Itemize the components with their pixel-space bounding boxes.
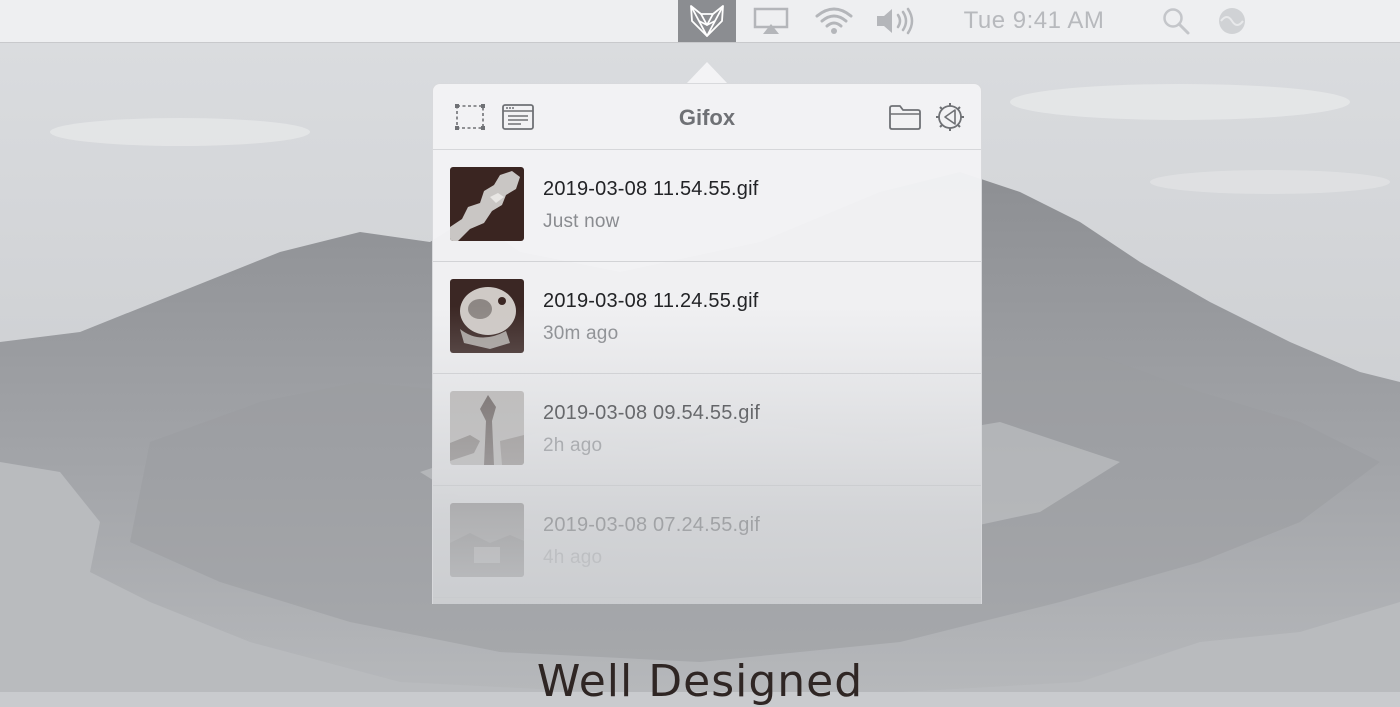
menu-bar: Tue 9:41 AM — [0, 0, 1400, 43]
recording-thumbnail — [450, 503, 524, 577]
popover-arrow — [686, 62, 728, 84]
wifi-menu-item[interactable] — [812, 0, 856, 42]
recording-filename: 2019-03-08 11.24.55.gif — [543, 290, 759, 312]
recording-filename: 2019-03-08 09.54.55.gif — [543, 402, 760, 424]
open-folder-button[interactable] — [888, 100, 922, 134]
volume-menu-item[interactable] — [873, 0, 919, 42]
recording-item[interactable]: 2019-03-08 11.24.55.gif 30m ago — [433, 262, 981, 374]
recording-thumbnail — [450, 391, 524, 465]
siri-menu-item[interactable] — [1212, 0, 1252, 42]
airplay-icon — [753, 7, 789, 34]
wifi-icon — [815, 7, 853, 34]
recording-item[interactable]: 2019-03-08 07.24.55.gif 4h ago — [433, 486, 981, 598]
volume-icon — [877, 7, 914, 35]
recording-item[interactable]: 2019-03-08 09.54.55.gif 2h ago — [433, 374, 981, 486]
recording-time: Just now — [543, 211, 620, 232]
popover-header: Gifox — [433, 84, 981, 150]
recording-item[interactable]: 2019-03-08 11.54.55.gif Just now — [433, 150, 981, 262]
gifox-menu-extra[interactable] — [678, 0, 736, 42]
menu-bar-clock[interactable]: Tue 9:41 AM — [944, 0, 1124, 42]
recording-filename: 2019-03-08 11.54.55.gif — [543, 178, 759, 200]
settings-icon — [936, 103, 964, 131]
recording-filename: 2019-03-08 07.24.55.gif — [543, 514, 760, 536]
gifox-fox-icon — [690, 5, 724, 37]
recording-thumbnail — [450, 279, 524, 353]
airplay-menu-item[interactable] — [750, 0, 792, 42]
spotlight-search-icon — [1163, 8, 1190, 35]
siri-icon — [1219, 8, 1245, 34]
folder-icon — [889, 105, 921, 130]
recording-time: 30m ago — [543, 323, 619, 344]
promo-headline: Well Designed — [536, 656, 864, 707]
recording-time: 4h ago — [543, 547, 603, 568]
recording-thumbnail — [450, 167, 524, 241]
spotlight-menu-item[interactable] — [1156, 0, 1196, 42]
recording-time: 2h ago — [543, 435, 603, 456]
recordings-list: 2019-03-08 11.54.55.gif Just now 2019-03… — [433, 150, 981, 598]
gifox-popover: Gifox 2019-03-08 11.54.55.gif Just now 2… — [432, 83, 982, 604]
settings-button[interactable] — [933, 100, 967, 134]
